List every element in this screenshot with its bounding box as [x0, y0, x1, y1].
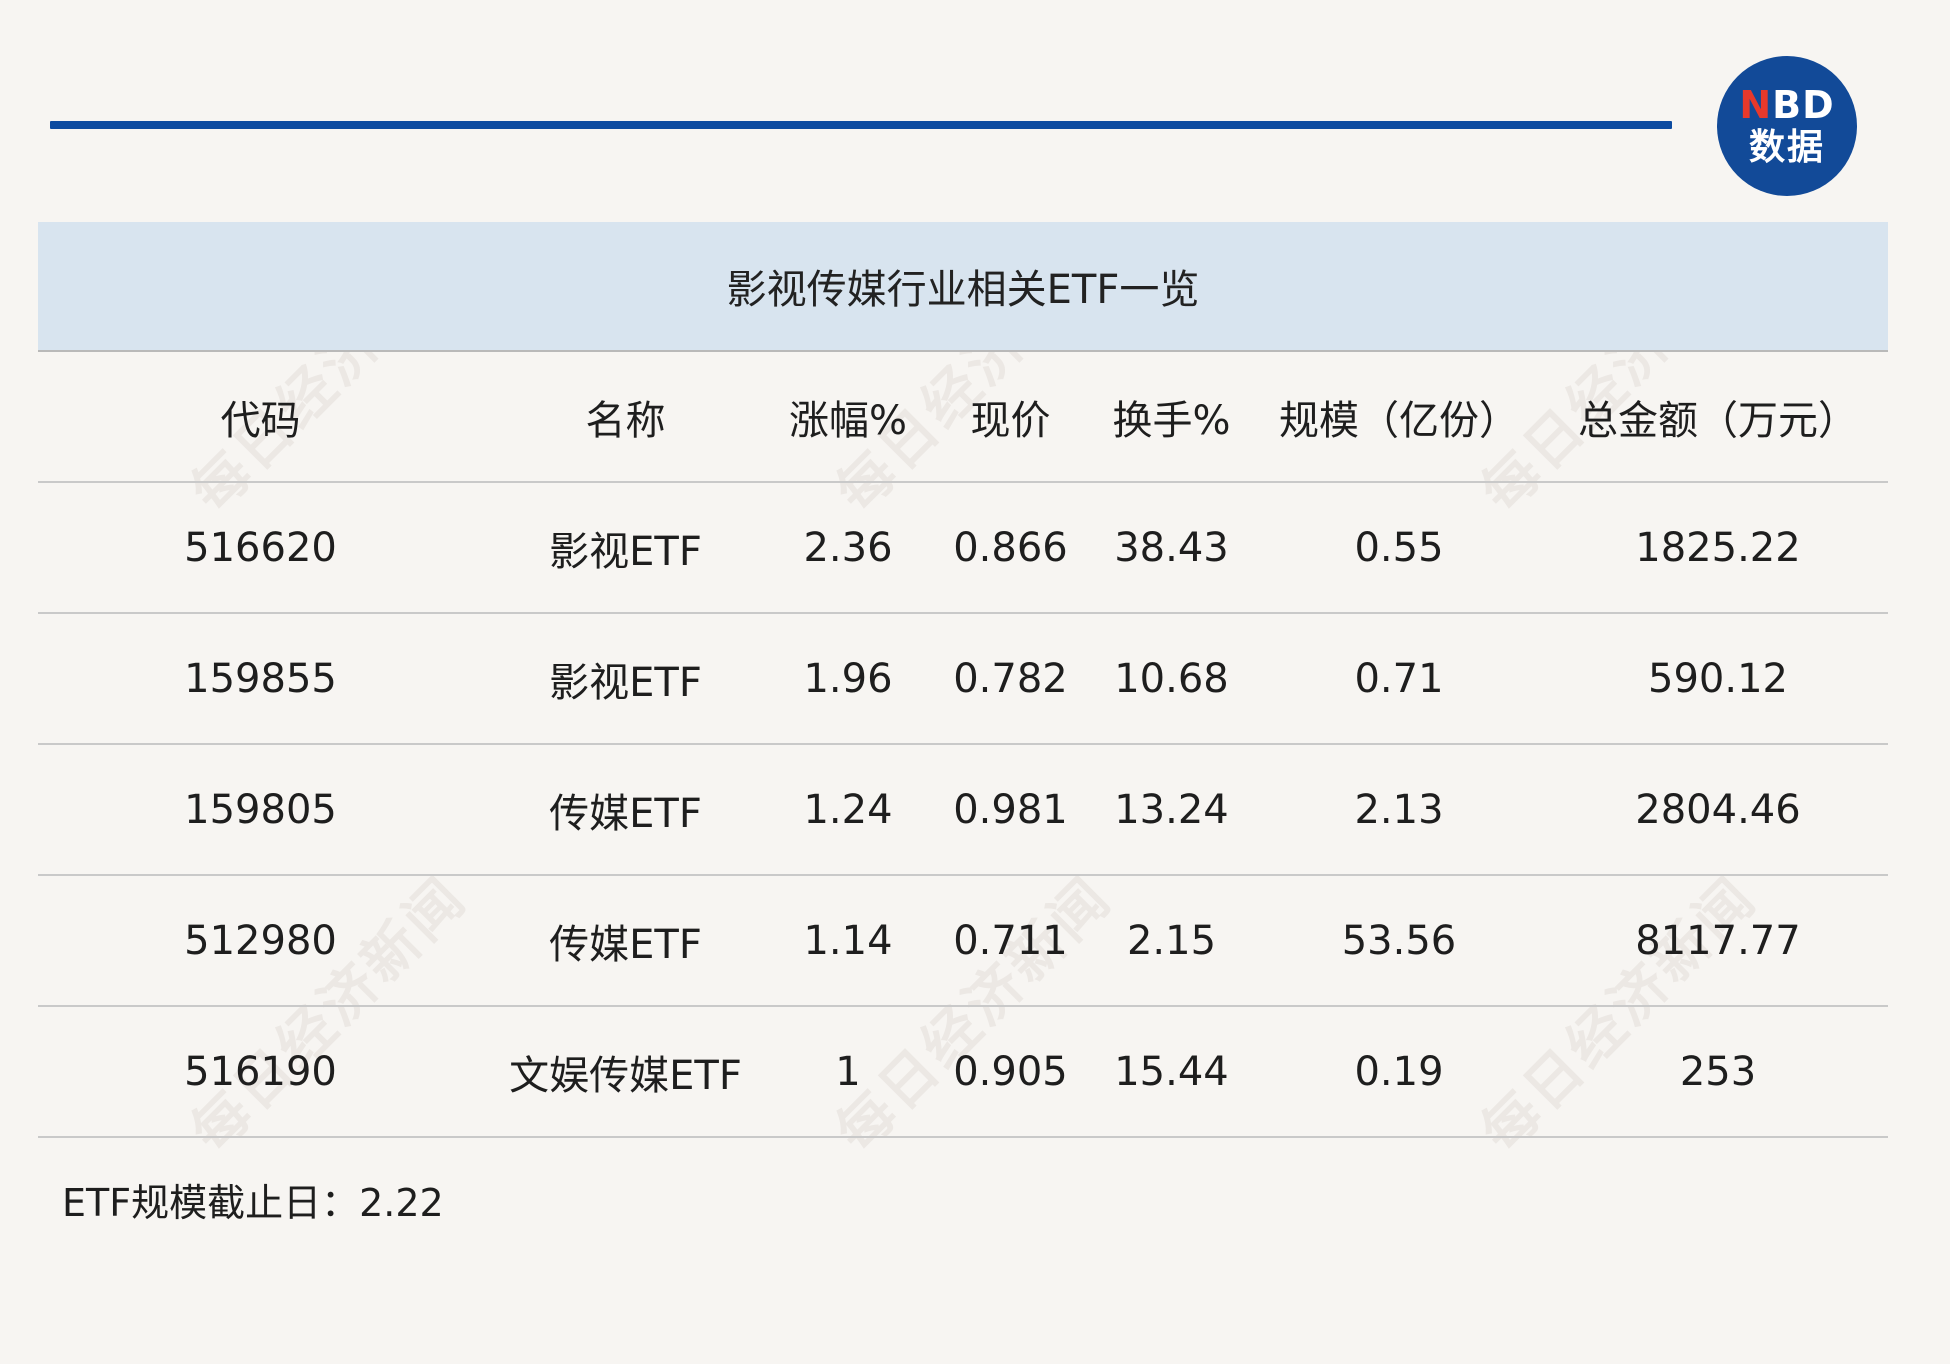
- cell-turnover: 13.24: [1093, 744, 1250, 876]
- col-header-amount: 总金额（万元）: [1548, 352, 1888, 483]
- cell-change: 1: [768, 1006, 928, 1138]
- col-header-change: 涨幅%: [768, 352, 928, 483]
- cell-price: 0.711: [928, 875, 1093, 1007]
- cell-name: 传媒ETF: [483, 875, 768, 1007]
- cell-turnover: 10.68: [1093, 613, 1250, 745]
- cell-change: 1.24: [768, 744, 928, 876]
- table-row: 516190 文娱传媒ETF 1 0.905 15.44 0.19 253: [38, 1006, 1888, 1138]
- cell-scale: 0.19: [1250, 1006, 1548, 1138]
- col-header-price: 现价: [928, 352, 1093, 483]
- nbd-logo: NBD 数据: [1717, 56, 1857, 196]
- col-header-code: 代码: [38, 352, 483, 483]
- col-header-name: 名称: [483, 352, 768, 483]
- col-header-turnover: 换手%: [1093, 352, 1250, 483]
- cell-turnover: 38.43: [1093, 482, 1250, 614]
- cell-scale: 2.13: [1250, 744, 1548, 876]
- cell-amount: 1825.22: [1548, 482, 1888, 614]
- cell-scale: 0.55: [1250, 482, 1548, 614]
- cell-amount: 8117.77: [1548, 875, 1888, 1007]
- cell-name: 文娱传媒ETF: [483, 1006, 768, 1138]
- table-title: 影视传媒行业相关ETF一览: [726, 267, 1200, 313]
- cell-code: 516620: [38, 482, 483, 614]
- cell-turnover: 2.15: [1093, 875, 1250, 1007]
- cell-price: 0.866: [928, 482, 1093, 614]
- etf-table: 代码 名称 涨幅% 现价 换手% 规模（亿份） 总金额（万元） 516620 影…: [38, 352, 1888, 1138]
- cell-change: 1.96: [768, 613, 928, 745]
- cell-scale: 0.71: [1250, 613, 1548, 745]
- logo-data-text: 数据: [1748, 127, 1825, 168]
- col-header-scale: 规模（亿份）: [1250, 352, 1548, 483]
- cell-price: 0.905: [928, 1006, 1093, 1138]
- table-title-band: 影视传媒行业相关ETF一览: [38, 222, 1888, 352]
- cell-amount: 590.12: [1548, 613, 1888, 745]
- cell-amount: 2804.46: [1548, 744, 1888, 876]
- table-row: 516620 影视ETF 2.36 0.866 38.43 0.55 1825.…: [38, 482, 1888, 614]
- table-header-row: 代码 名称 涨幅% 现价 换手% 规模（亿份） 总金额（万元）: [38, 352, 1888, 483]
- cell-code: 512980: [38, 875, 483, 1007]
- cell-amount: 253: [1548, 1006, 1888, 1138]
- cell-name: 影视ETF: [483, 482, 768, 614]
- table-row: 512980 传媒ETF 1.14 0.711 2.15 53.56 8117.…: [38, 875, 1888, 1007]
- cell-code: 159805: [38, 744, 483, 876]
- cell-scale: 53.56: [1250, 875, 1548, 1007]
- footer-note: ETF规模截止日：2.22: [62, 1181, 444, 1225]
- cell-turnover: 15.44: [1093, 1006, 1250, 1138]
- table-row: 159855 影视ETF 1.96 0.782 10.68 0.71 590.1…: [38, 613, 1888, 745]
- cell-name: 传媒ETF: [483, 744, 768, 876]
- cell-change: 2.36: [768, 482, 928, 614]
- logo-nbd-text: NBD: [1739, 83, 1835, 127]
- cell-price: 0.782: [928, 613, 1093, 745]
- cell-code: 159855: [38, 613, 483, 745]
- cell-change: 1.14: [768, 875, 928, 1007]
- cell-name: 影视ETF: [483, 613, 768, 745]
- cell-price: 0.981: [928, 744, 1093, 876]
- cell-code: 516190: [38, 1006, 483, 1138]
- top-accent-rule: [50, 121, 1672, 129]
- table-row: 159805 传媒ETF 1.24 0.981 13.24 2.13 2804.…: [38, 744, 1888, 876]
